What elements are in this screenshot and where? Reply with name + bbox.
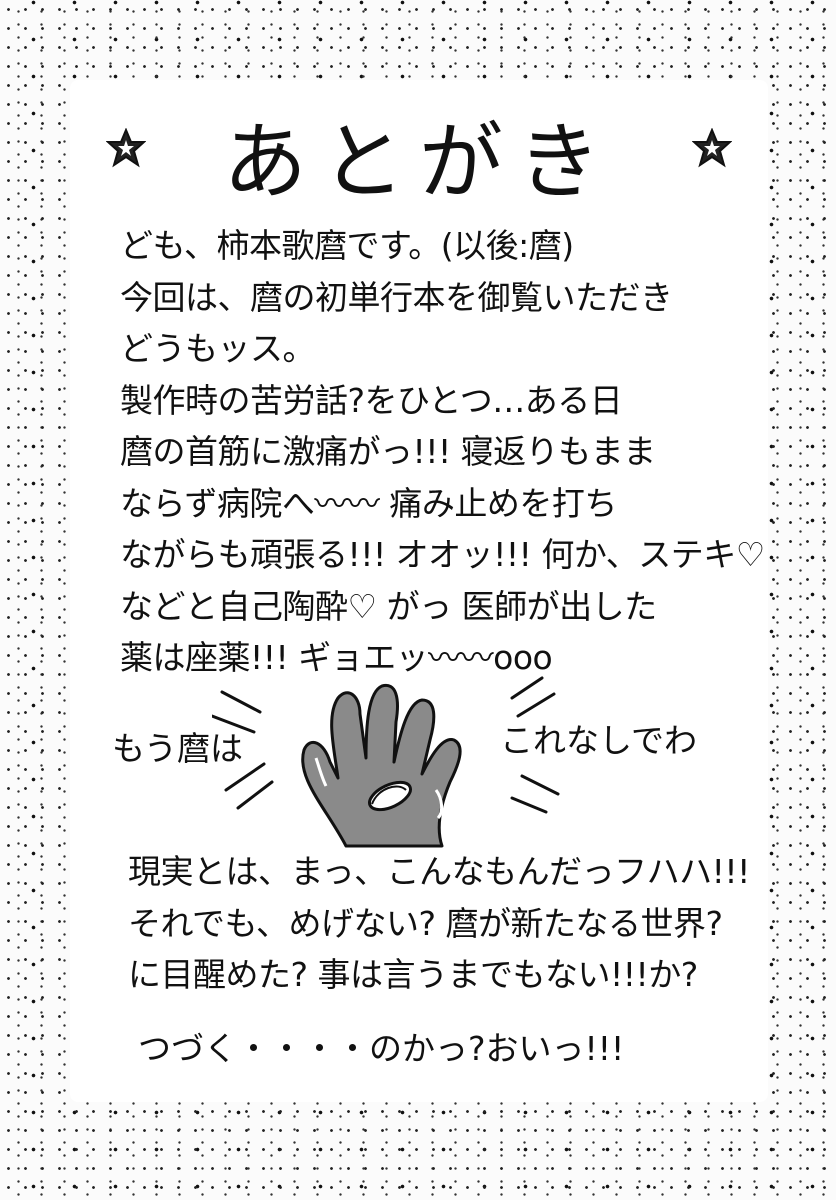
page-title: あとがき	[222, 112, 615, 211]
afterword-bottom: 現実とは、まっ、こんなもんだっフハハ!!! それでも、めげない? 麿が新たなる世…	[128, 846, 750, 1001]
hand-with-suppository-illustration	[301, 683, 462, 848]
body-line: ながらも頑張る!!! オオッ!!! 何か、ステキ♡	[120, 535, 765, 574]
body-line: 製作時の苦労話?をひとつ…ある日	[120, 380, 623, 420]
bottom-line: それでも、めげない? 麿が新たなる世界?	[128, 903, 723, 943]
star-icon-left	[106, 128, 146, 168]
illustration-label-right: これなしでわ	[500, 721, 698, 760]
body-line: ならず病院へ〰〰 痛み止めを打ち	[120, 483, 617, 523]
star-icon-right	[692, 128, 732, 168]
body-line: 麿の首筋に激痛がっ!!! 寝返りもまま	[120, 432, 656, 471]
bottom-line: に目醒めた? 事は言うまでもない!!!か?	[128, 955, 698, 994]
body-line: ども、柿本歌麿です。(以後:麿)	[120, 226, 574, 265]
body-line: どうもッス。	[120, 329, 316, 368]
bottom-line: 現実とは、まっ、こんなもんだっフハハ!!!	[128, 852, 750, 891]
patterned-border-background: あとがき ども、柿本歌麿です。(以後:麿) 今回は、麿の初単行本を御覧いただき …	[0, 0, 836, 1200]
afterword-panel: あとがき ども、柿本歌麿です。(以後:麿) 今回は、麿の初単行本を御覧いただき …	[72, 82, 766, 1100]
illustration-label-left: もう麿は	[112, 729, 244, 768]
body-line: 今回は、麿の初単行本を御覧いただき	[120, 277, 673, 317]
closing-line: つづく・・・・のかっ?おいっ!!!	[138, 1029, 625, 1068]
body-line: などと自己陶酔♡ がっ 医師が出した	[120, 586, 657, 626]
afterword-body: ども、柿本歌麿です。(以後:麿) 今回は、麿の初単行本を御覧いただき どうもッス…	[120, 220, 765, 684]
title-row: あとがき	[72, 100, 766, 211]
